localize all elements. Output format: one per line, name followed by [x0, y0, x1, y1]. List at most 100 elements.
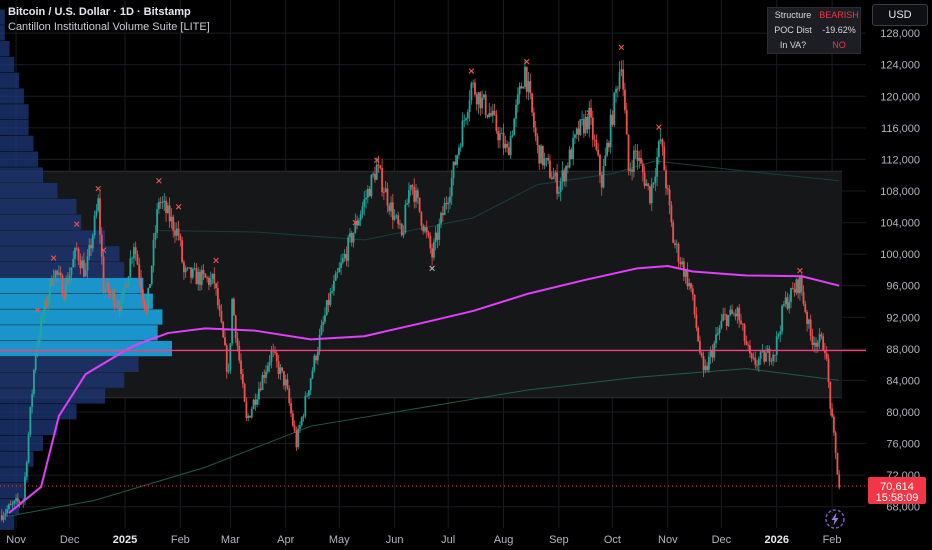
candle-body	[143, 299, 146, 310]
candle-body	[566, 166, 569, 168]
candle-body	[284, 379, 287, 386]
candle-body	[618, 71, 621, 89]
candle-body	[491, 110, 494, 116]
candle-body	[781, 305, 783, 332]
candle-body	[349, 233, 351, 238]
candle-body	[13, 500, 16, 504]
candle-body	[281, 367, 284, 372]
candle-body	[574, 134, 576, 138]
candle-body	[579, 119, 582, 135]
candle-body	[784, 297, 787, 305]
volume-profile-bar	[0, 214, 82, 230]
price-chart[interactable]: Nov Dec 2025 Feb Mar Apr May Jun Jul Aug Sep Oct Nov…	[0, 0, 932, 550]
lightning-bolt-icon[interactable]	[824, 508, 846, 530]
candle-body	[215, 283, 217, 289]
symbol-title[interactable]: Bitcoin / U.S. Dollar · 1D · Bitstamp	[8, 5, 210, 20]
candle-body	[588, 107, 591, 130]
candle-body	[656, 157, 658, 177]
volume-profile-bar	[0, 198, 77, 215]
x-axis-label: Oct	[604, 534, 621, 546]
candle-body	[672, 222, 675, 243]
candle-body	[693, 294, 696, 315]
candle-body	[90, 244, 92, 249]
indicator-title[interactable]: Cantillon Institutional Volume Suite [LI…	[8, 20, 210, 35]
candle-body	[309, 378, 312, 391]
candle-body	[582, 119, 585, 134]
candle-body	[290, 403, 292, 414]
candle-body	[811, 335, 814, 346]
candle-body	[836, 452, 839, 475]
volume-profile-bar	[0, 135, 34, 152]
candle-body	[750, 353, 753, 359]
candle-body	[33, 370, 35, 395]
candle-body	[479, 92, 482, 109]
volume-profile-bar	[0, 88, 24, 104]
candle-body	[670, 205, 673, 223]
volume-profile-bar	[0, 41, 10, 57]
candle-body	[816, 342, 819, 347]
y-axis-label: 108,000	[880, 186, 920, 198]
candle-body	[233, 298, 235, 316]
candle-body	[666, 188, 669, 190]
candle-body	[715, 334, 717, 344]
candle-body	[557, 192, 560, 194]
y-axis-label: 128,000	[880, 28, 920, 40]
candle-body	[299, 425, 301, 429]
candle-body	[493, 110, 496, 115]
candle-body	[568, 149, 571, 168]
candle-body	[265, 371, 267, 378]
candle-body	[341, 258, 344, 263]
candle-body	[407, 190, 410, 204]
candle-body	[436, 232, 439, 240]
candle-body	[534, 127, 537, 137]
candle-body	[802, 291, 805, 304]
candle-body	[206, 277, 209, 279]
candle-body	[577, 128, 580, 135]
candle-body	[122, 288, 125, 299]
candle-body	[258, 388, 260, 400]
candle-body	[790, 287, 792, 302]
candle-body	[611, 114, 614, 125]
candle-body	[457, 147, 460, 156]
candle-body	[809, 319, 812, 336]
candle-body	[61, 275, 64, 296]
y-axis-label: 96,000	[886, 281, 920, 293]
candle-body	[709, 350, 712, 357]
candle-body	[657, 141, 660, 158]
candle-body	[300, 417, 303, 426]
candle-body	[793, 289, 796, 293]
currency-button[interactable]: USD	[872, 4, 928, 26]
candle-body	[475, 94, 478, 105]
candle-body	[515, 104, 517, 119]
x-axis-label: Dec	[60, 534, 80, 546]
candle-body	[70, 267, 73, 276]
candle-body	[361, 206, 364, 215]
candle-body	[563, 170, 566, 182]
candle-body	[45, 301, 48, 306]
candle-body	[388, 205, 391, 212]
candle-body	[443, 203, 446, 216]
candle-body	[304, 395, 307, 416]
candle-body	[838, 474, 841, 488]
candle-body	[599, 155, 601, 176]
candle-body	[218, 305, 221, 311]
candle-body	[386, 188, 389, 206]
candle-body	[720, 320, 723, 328]
candle-body	[716, 332, 719, 335]
candle-body	[797, 279, 800, 294]
candle-body	[199, 271, 201, 285]
candle-body	[168, 205, 171, 222]
candle-body	[636, 150, 639, 161]
candle-body	[575, 128, 578, 135]
candle-body	[738, 307, 741, 321]
candle-body	[322, 321, 325, 326]
candle-body	[727, 315, 730, 326]
candle-body	[504, 143, 507, 149]
volume-profile-bar	[0, 9, 5, 25]
candle-body	[725, 314, 728, 326]
x-axis-label: Jul	[441, 534, 455, 546]
candle-body	[590, 107, 592, 118]
candle-body	[470, 83, 473, 101]
candle-body	[425, 227, 428, 233]
candle-body	[565, 166, 567, 182]
